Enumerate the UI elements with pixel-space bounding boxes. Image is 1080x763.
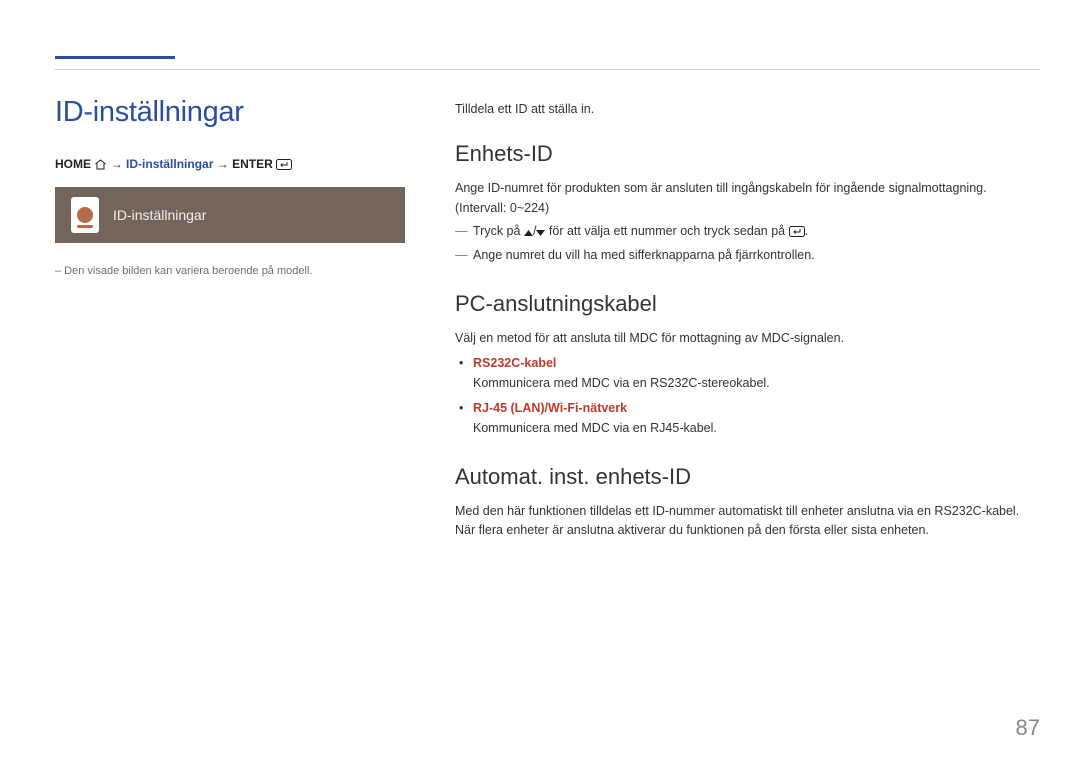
accent-bar bbox=[55, 56, 175, 59]
breadcrumb: HOME → ID-inställningar → ENTER bbox=[55, 157, 405, 171]
body-text: Ange ID-numret för produkten som är ansl… bbox=[455, 179, 1040, 218]
breadcrumb-current: ID-inställningar bbox=[126, 157, 213, 171]
page-title: ID-inställningar bbox=[55, 96, 405, 129]
body-text: Med den här funktionen tilldelas ett ID-… bbox=[455, 502, 1040, 521]
menu-preview-title: ID-inställningar bbox=[113, 207, 206, 223]
instruction-line: Tryck på / för att välja ett nummer och … bbox=[455, 222, 1040, 241]
option-desc: Kommunicera med MDC via en RS232C-stereo… bbox=[473, 376, 770, 390]
up-arrow-icon bbox=[524, 224, 533, 238]
top-divider bbox=[55, 69, 1040, 70]
section-heading: Automat. inst. enhets-ID bbox=[455, 460, 1040, 494]
intro-text: Tilldela ett ID att ställa in. bbox=[455, 100, 1040, 119]
option-name: RJ-45 (LAN)/Wi-Fi-nätverk bbox=[473, 401, 627, 415]
enter-icon bbox=[276, 157, 292, 171]
breadcrumb-sep: → bbox=[217, 157, 229, 171]
left-column: ID-inställningar HOME → ID-inställningar… bbox=[55, 96, 405, 277]
option-item: RS232C-kabel Kommunicera med MDC via en … bbox=[455, 354, 1040, 393]
breadcrumb-enter: ENTER bbox=[232, 157, 273, 171]
option-desc: Kommunicera med MDC via en RJ45-kabel. bbox=[473, 421, 717, 435]
section-heading: Enhets-ID bbox=[455, 137, 1040, 171]
model-note: – Den visade bilden kan variera beroende… bbox=[55, 265, 405, 277]
instruction-line: Ange numret du vill ha med sifferknappar… bbox=[455, 246, 1040, 265]
menu-preview-card: ID-inställningar bbox=[55, 187, 405, 243]
id-badge-icon bbox=[71, 197, 99, 233]
right-column: Tilldela ett ID att ställa in. Enhets-ID… bbox=[455, 100, 1040, 541]
option-item: RJ-45 (LAN)/Wi-Fi-nätverk Kommunicera me… bbox=[455, 399, 1040, 438]
body-text: När flera enheter är anslutna aktiverar … bbox=[455, 521, 1040, 540]
breadcrumb-home: HOME bbox=[55, 157, 91, 171]
home-icon bbox=[94, 157, 110, 171]
enter-icon bbox=[789, 224, 805, 238]
section-heading: PC-anslutningskabel bbox=[455, 287, 1040, 321]
option-name: RS232C-kabel bbox=[473, 356, 556, 370]
breadcrumb-sep: → bbox=[111, 157, 123, 171]
body-text: Välj en metod för att ansluta till MDC f… bbox=[455, 329, 1040, 348]
page-number: 87 bbox=[1016, 715, 1040, 741]
